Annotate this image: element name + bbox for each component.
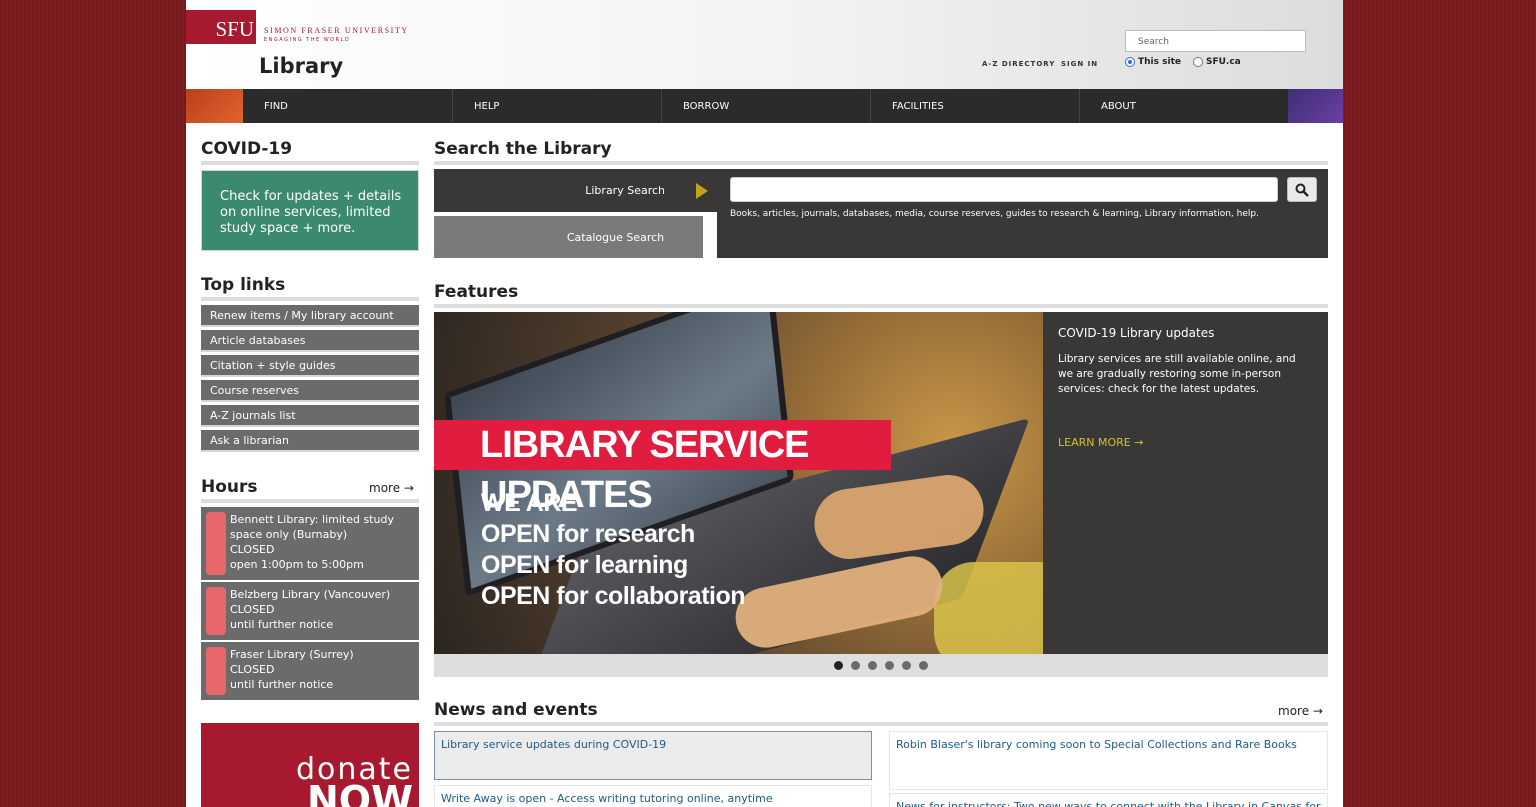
slide-banner: LIBRARY SERVICE UPDATES [434,420,891,516]
closed-flag [206,587,226,635]
sfu-logo[interactable]: SFU [186,10,256,44]
slide-line: OPEN for collaboration [481,582,746,610]
news-item[interactable]: Library service updates during COVID-19 [434,731,872,780]
learn-more-link[interactable]: LEARN MORE → [1058,436,1143,449]
nav-accent-right [1288,89,1343,123]
top-link-reserves[interactable]: Course reserves [201,380,419,402]
sign-in-link[interactable]: SIGN IN [1061,60,1098,68]
hours-more-label: more [369,481,401,495]
active-tab-arrow-icon [696,183,708,199]
search-rule [434,161,1328,165]
feature-slide-image[interactable]: LIBRARY SERVICE UPDATES WE ARE OPEN for … [434,312,1043,654]
search-icon [1295,183,1309,197]
nav-accent-left [186,89,243,123]
top-link-journals[interactable]: A-Z journals list [201,405,419,427]
news-item[interactable]: Write Away is open - Access writing tuto… [434,785,872,807]
top-link-citation[interactable]: Citation + style guides [201,355,419,377]
feature-body: Library services are still available onl… [1058,353,1296,395]
tab-library-search[interactable]: Library Search [434,169,715,212]
carousel-dot-6[interactable] [919,661,928,670]
features-heading: Features [434,282,519,302]
arrow-right-icon: → [403,481,414,495]
carousel-dot-4[interactable] [885,661,894,670]
donate-banner[interactable]: donate NOW [201,723,419,807]
carousel-dots [434,654,1328,677]
library-status: CLOSED [230,543,275,556]
library-note: until further notice [230,678,334,691]
nav-about[interactable]: ABOUT [1079,89,1288,123]
search-hint: Books, articles, journals, databases, me… [730,209,1259,219]
top-links-rule [201,297,419,301]
library-status: CLOSED [230,603,275,616]
nav-borrow[interactable]: BORROW [661,89,870,123]
library-search-button[interactable] [1287,177,1317,202]
feature-description: COVID-19 Library updates Library service… [1043,312,1328,654]
slide-lines: WE ARE OPEN for research OPEN for learni… [481,488,746,612]
scope-sfu-label: SFU.ca [1205,57,1241,67]
hours-heading: Hours [201,477,258,497]
carousel-dot-3[interactable] [868,661,877,670]
hours-rule [201,499,419,503]
news-more-label: more [1278,704,1310,718]
nav-help[interactable]: HELP [452,89,661,123]
carousel-dot-2[interactable] [851,661,860,670]
az-directory-link[interactable]: A-Z DIRECTORY [982,60,1055,68]
site-title[interactable]: Library [259,54,343,78]
tab-catalogue-search[interactable]: Catalogue Search [434,214,709,258]
donate-line2: NOW [306,778,413,807]
features-rule [434,304,1328,308]
news-item[interactable]: News for instructors: Two new ways to co… [889,793,1328,807]
arrow-right-icon: → [1134,436,1144,449]
top-link-renew[interactable]: Renew items / My library account [201,305,419,327]
news-more-link[interactable]: more → [1278,704,1323,718]
hours-belzberg[interactable]: Belzberg Library (Vancouver) CLOSED unti… [201,582,419,640]
library-name: Bennett Library: limited study space onl… [230,513,394,541]
closed-flag [206,647,226,695]
hours-fraser[interactable]: Fraser Library (Surrey) CLOSED until fur… [201,642,419,700]
library-note: until further notice [230,618,334,631]
sleeve-illustration [934,562,1043,654]
hours-more-link[interactable]: more → [369,481,414,495]
search-panel: Library Search Catalogue Search Books, a… [434,169,1328,258]
library-note: open 1:00pm to 5:00pm [230,558,364,571]
nav-facilities[interactable]: FACILITIES [870,89,1079,123]
covid-updates-box[interactable]: Check for updates + details on online se… [201,170,419,251]
library-name: Fraser Library (Surrey) [230,648,354,661]
university-tagline: ENGAGING THE WORLD [264,37,351,43]
top-link-ask[interactable]: Ask a librarian [201,430,419,452]
site-header: SFU SIMON FRASER UNIVERSITY ENGAGING THE… [186,0,1343,89]
main-nav: FIND HELP BORROW FACILITIES ABOUT [186,89,1343,123]
top-link-databases[interactable]: Article databases [201,330,419,352]
learn-more-label: LEARN MORE [1058,436,1131,449]
page: SFU SIMON FRASER UNIVERSITY ENGAGING THE… [186,0,1343,807]
feature-carousel: LIBRARY SERVICE UPDATES WE ARE OPEN for … [434,312,1328,654]
library-status: CLOSED [230,663,275,676]
search-scope: This site SFU.ca [1125,57,1241,67]
closed-flag [206,512,226,575]
news-rule [434,722,1328,726]
news-heading: News and events [434,700,598,720]
site-search-input[interactable]: Search [1125,30,1306,52]
slide-line: OPEN for research [481,520,695,548]
scope-sfu-radio[interactable] [1192,57,1203,67]
top-links-heading: Top links [201,275,286,295]
logo-mark: SFU [215,17,254,41]
slide-line: WE ARE [481,489,578,517]
news-item[interactable]: Robin Blaser's library coming soon to Sp… [889,731,1328,790]
scope-this-site-label: This site [1138,57,1181,67]
carousel-dot-5[interactable] [902,661,911,670]
arrow-right-icon: → [1312,704,1323,718]
scope-this-site-radio[interactable] [1125,57,1135,67]
slide-line: OPEN for learning [481,551,688,579]
university-name: SIMON FRASER UNIVERSITY [264,26,409,35]
library-name: Belzberg Library (Vancouver) [230,588,391,601]
search-heading: Search the Library [434,139,612,159]
covid-heading: COVID-19 [201,139,293,159]
covid-rule [201,161,419,165]
carousel-dot-1[interactable] [834,661,843,670]
nav-find[interactable]: FIND [243,89,452,123]
hours-bennett[interactable]: Bennett Library: limited study space onl… [201,507,419,580]
feature-title[interactable]: COVID-19 Library updates [1058,326,1313,340]
library-search-input[interactable] [730,177,1278,202]
